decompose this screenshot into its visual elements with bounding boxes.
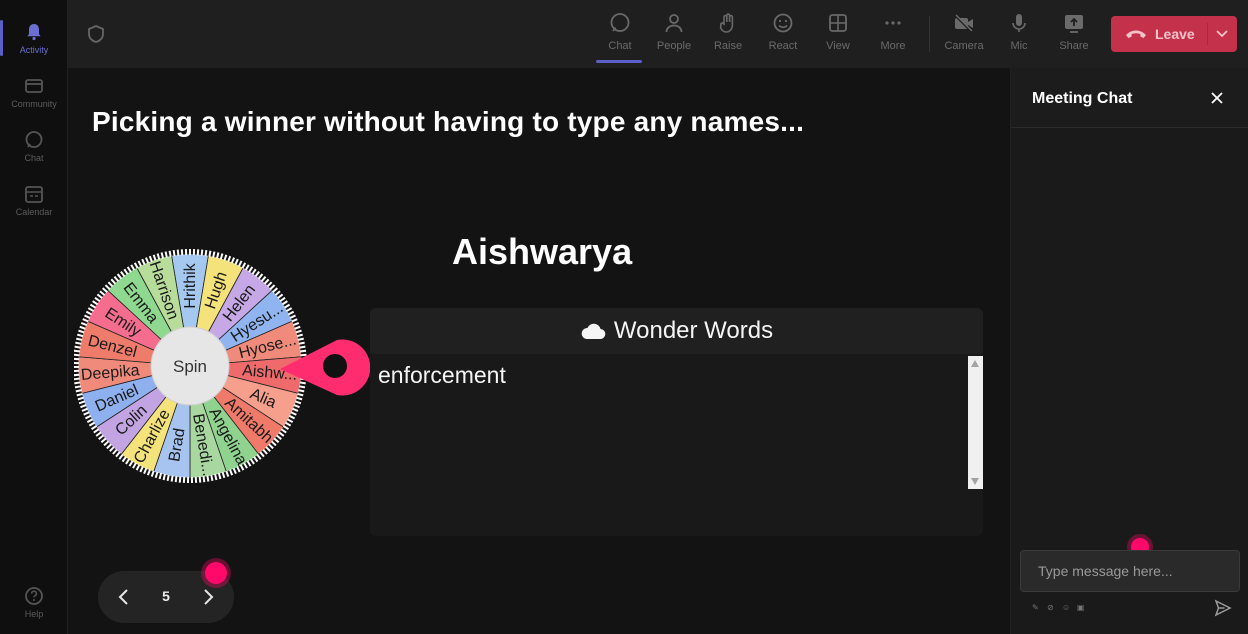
toolbar-view-button[interactable]: View <box>814 8 862 62</box>
grid-icon <box>829 14 847 32</box>
toolbar-camera-button[interactable]: Camera <box>940 8 988 62</box>
more-icon <box>885 21 901 25</box>
chevron-left-icon[interactable] <box>114 587 134 607</box>
toolbar-chat-button[interactable]: Chat <box>596 8 644 63</box>
toolbar-label: Raise <box>713 40 743 52</box>
rail-item-help[interactable]: Help <box>0 578 68 626</box>
phone-hangup-icon <box>1126 30 1146 38</box>
help-icon <box>25 586 43 605</box>
wonder-words-list[interactable]: enforcement <box>370 354 983 536</box>
winner-name: Aishwarya <box>452 231 633 272</box>
toolbar-divider <box>929 16 930 52</box>
toolbar-mic-button[interactable]: Mic <box>995 8 1043 62</box>
toolbar-share-button[interactable]: Share <box>1050 8 1098 62</box>
spin-wheel-graphic[interactable]: Hrithik HughHelenHyesu...Hyose...Aishw...… <box>73 248 374 488</box>
close-icon[interactable] <box>1209 90 1225 106</box>
pointer-cursor-dot <box>205 562 227 584</box>
rail-item-chat[interactable]: Chat <box>0 122 68 170</box>
chat-message-input[interactable]: Type message here... <box>1020 550 1240 592</box>
gif-icon[interactable]: ▣ <box>1077 603 1086 612</box>
wonder-words-title: Wonder Words <box>613 317 774 344</box>
spin-label: Spin <box>173 357 207 376</box>
smiley-icon <box>773 13 793 33</box>
chat-header: Meeting Chat <box>1011 68 1248 128</box>
chevron-right-icon[interactable] <box>198 587 218 607</box>
calendar-icon <box>25 185 43 203</box>
page-number: 5 <box>162 588 170 604</box>
wonder-words-header: Wonder Words <box>370 308 983 354</box>
toolbar-more-button[interactable]: More <box>869 8 917 62</box>
rail-label: Community <box>11 98 57 109</box>
wonder-words-panel: Wonder Words enforcement <box>370 308 983 536</box>
scrollbar[interactable] <box>968 356 983 489</box>
format-icon[interactable]: ✎ <box>1032 603 1041 612</box>
cloud-icon <box>581 323 606 340</box>
toolbar-react-button[interactable]: React <box>759 8 807 62</box>
toolbar-raise-button[interactable]: Raise <box>704 8 752 62</box>
shared-stage: Picking a winner without having to type … <box>68 68 1010 634</box>
chevron-down-icon[interactable] <box>1215 28 1229 40</box>
rail-label: Chat <box>24 152 44 163</box>
rail-item-activity[interactable]: Activity <box>0 14 68 62</box>
toolbar-label: More <box>880 40 906 52</box>
rail-label: Activity <box>19 44 49 55</box>
rail-label: Help <box>24 608 44 619</box>
share-icon <box>1065 15 1083 33</box>
toolbar-label: React <box>768 40 798 52</box>
people-icon <box>665 14 683 33</box>
wheel-segment-label: Hrithik <box>182 262 199 308</box>
toolbar-label: Share <box>1059 40 1089 52</box>
toolbar-label: People <box>656 40 692 52</box>
rail-item-community[interactable]: Community <box>0 68 68 116</box>
toolbar-label: Camera <box>944 40 984 52</box>
chat-format-tools: ✎ ⊘ ☺ ▣ <box>1032 603 1086 612</box>
chat-icon <box>25 130 43 148</box>
wonder-word: enforcement <box>378 362 506 388</box>
meeting-toolbar: Chat People Raise React View More Camera… <box>68 0 1248 68</box>
rail-item-calendar[interactable]: Calendar <box>0 176 68 224</box>
page-title: Picking a winner without having to type … <box>92 106 805 137</box>
meeting-chat-panel: Meeting Chat Type message here... ✎ ⊘ ☺ … <box>1010 68 1248 634</box>
attach-icon[interactable]: ⊘ <box>1047 603 1056 612</box>
toolbar-people-button[interactable]: People <box>650 8 698 62</box>
spin-wheel[interactable]: Hrithik Hugh Helen Hyesu... Hyose... Aishw...… <box>73 248 374 488</box>
leave-button[interactable]: Leave <box>1111 16 1237 52</box>
leave-divider <box>1207 23 1208 45</box>
leave-label: Leave <box>1155 26 1195 42</box>
send-icon[interactable] <box>1214 599 1232 617</box>
community-icon <box>25 78 43 93</box>
bell-icon <box>27 23 41 40</box>
toolbar-label: View <box>826 40 850 52</box>
shield-icon[interactable] <box>86 24 106 44</box>
mic-icon <box>1012 14 1026 32</box>
camera-off-icon <box>954 14 973 33</box>
toolbar-label: Mic <box>1010 40 1028 52</box>
app-rail: Activity Community Chat Calendar Help <box>0 0 68 634</box>
chat-icon <box>610 13 630 32</box>
toolbar-label: Chat <box>608 40 632 52</box>
scroll-down-arrow[interactable] <box>971 478 979 485</box>
emoji-icon[interactable]: ☺ <box>1062 603 1071 612</box>
scroll-up-arrow[interactable] <box>971 360 979 367</box>
rail-label: Calendar <box>15 206 53 217</box>
chat-title: Meeting Chat <box>1032 90 1133 107</box>
hand-icon <box>719 13 734 33</box>
